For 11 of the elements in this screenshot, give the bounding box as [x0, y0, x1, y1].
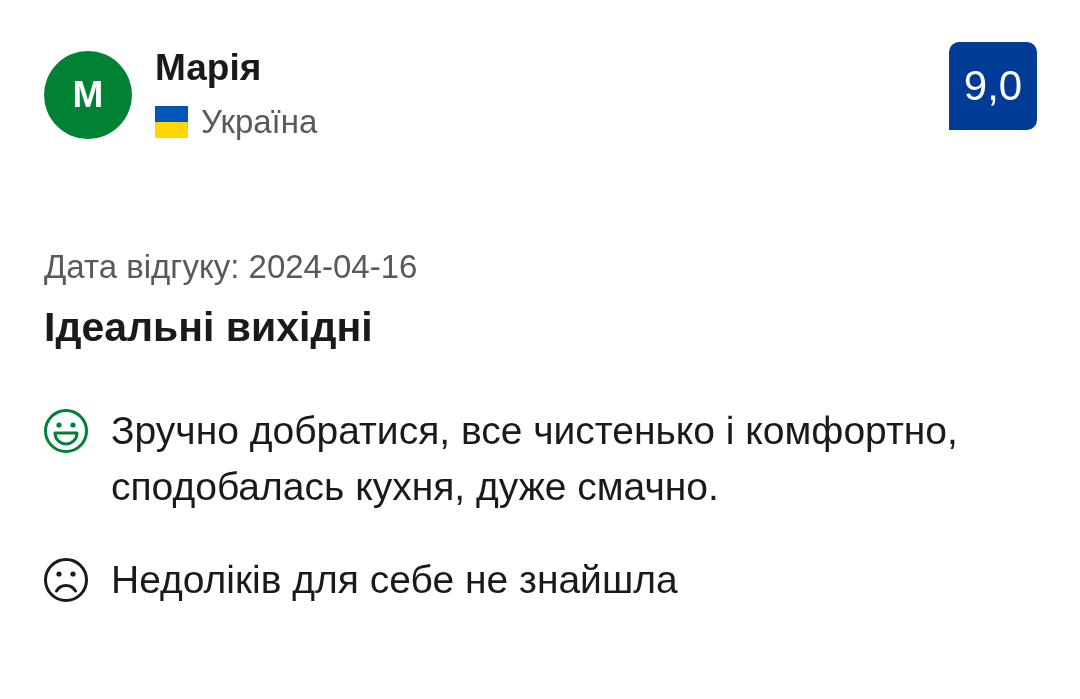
score-badge: 9,0 [949, 42, 1037, 130]
negative-comment: Недоліків для себе не знайшла [111, 557, 678, 603]
reviewer-country: Україна [201, 103, 318, 141]
avatar: М [44, 51, 132, 139]
positive-comment: Зручно добратися, все чистенько і комфортно, сподобалась кухня, дуже смачно. [111, 408, 959, 510]
smiley-face-icon [44, 409, 88, 453]
review-title: Ідеальні вихідні [44, 303, 374, 351]
sad-face-icon [44, 558, 88, 602]
reviewer-name: Марія [155, 46, 263, 90]
flag-icon [155, 106, 188, 138]
review-date: Дата відгуку: 2024-04-16 [44, 248, 419, 286]
